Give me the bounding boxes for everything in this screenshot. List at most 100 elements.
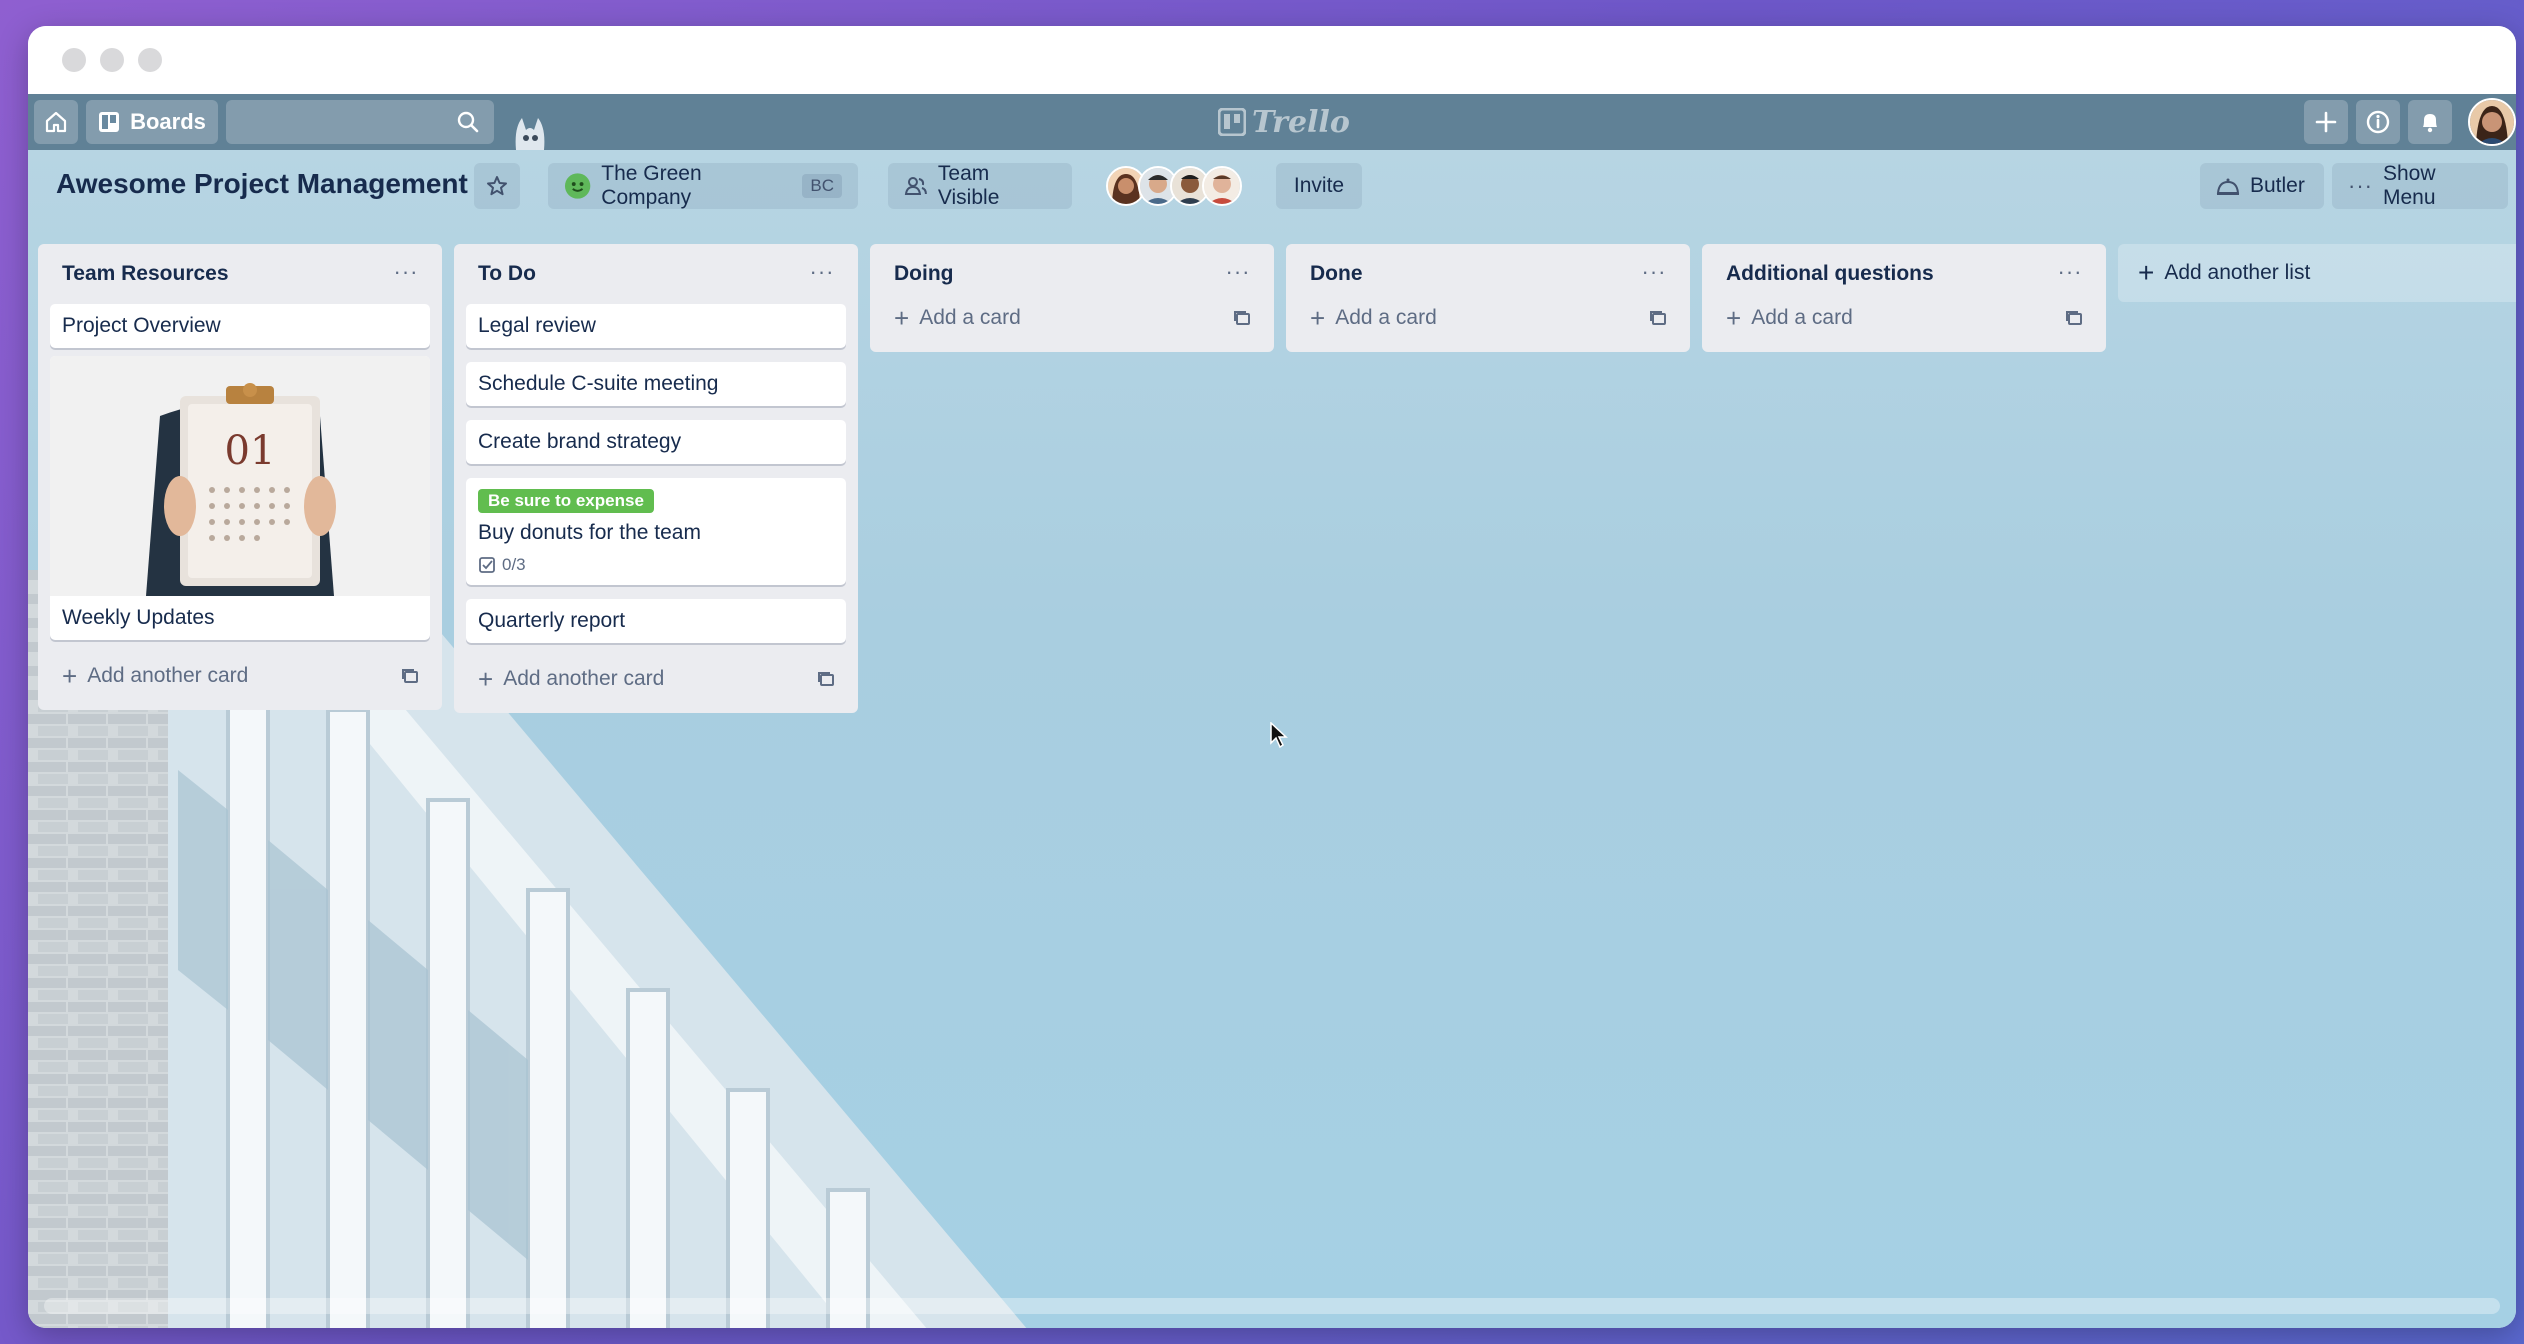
- add-card-button[interactable]: + Add a card: [882, 296, 1262, 340]
- visibility-button[interactable]: Team Visible: [888, 162, 1072, 209]
- card-title: Legal review: [478, 314, 596, 337]
- card-title: Schedule C-suite meeting: [478, 372, 719, 395]
- list-done: Done ··· + Add a card: [1286, 244, 1690, 352]
- list-title[interactable]: Doing: [894, 262, 953, 286]
- list-header[interactable]: Done ···: [1298, 244, 1678, 304]
- boards-icon: [99, 112, 120, 132]
- card[interactable]: Schedule C-suite meeting: [466, 362, 846, 406]
- list-menu-button[interactable]: ···: [1638, 256, 1670, 288]
- card[interactable]: Be sure to expense Buy donuts for the te…: [466, 478, 846, 585]
- checklist-icon: [479, 557, 495, 573]
- card-title: Quarterly report: [478, 609, 626, 632]
- list-additional-questions: Additional questions ··· + Add a card: [1702, 244, 2106, 352]
- trello-logo[interactable]: Trello: [1218, 104, 1350, 140]
- home-button[interactable]: [34, 100, 78, 144]
- plus-icon: +: [62, 661, 78, 691]
- search-input[interactable]: [226, 100, 494, 144]
- boards-label: Boards: [130, 109, 206, 134]
- add-card-button[interactable]: + Add a card: [1714, 296, 2094, 340]
- add-card-button[interactable]: + Add another card: [50, 654, 430, 698]
- add-card-label: Add another card: [503, 667, 665, 690]
- zoom-window-button[interactable]: [138, 48, 162, 72]
- notifications-button[interactable]: [2408, 100, 2452, 144]
- minimize-window-button[interactable]: [100, 48, 124, 72]
- list-title[interactable]: Done: [1310, 262, 1363, 286]
- add-card-button[interactable]: + Add a card: [1298, 296, 1678, 340]
- card-template-icon[interactable]: [1232, 308, 1252, 328]
- card[interactable]: Legal review: [466, 304, 846, 348]
- butler-icon: [2216, 178, 2240, 195]
- list-menu-button[interactable]: ···: [390, 256, 422, 288]
- info-button[interactable]: [2356, 100, 2400, 144]
- card[interactable]: Quarterly report: [466, 599, 846, 643]
- list-title[interactable]: To Do: [478, 262, 536, 286]
- taco-mascot-icon: [515, 118, 545, 150]
- horizontal-scrollbar[interactable]: [44, 1298, 2500, 1314]
- show-menu-button[interactable]: ··· Show Menu: [2332, 162, 2508, 209]
- card-template-icon[interactable]: [2064, 308, 2084, 328]
- close-window-button[interactable]: [62, 48, 86, 72]
- list-header[interactable]: Team Resources ···: [50, 244, 430, 304]
- butler-button[interactable]: Butler: [2200, 163, 2324, 209]
- add-list-button[interactable]: + Add another list: [2118, 244, 2516, 302]
- list-to-do: To Do ··· Legal review Schedule C-suite …: [454, 244, 858, 713]
- create-button[interactable]: [2304, 100, 2348, 144]
- add-card-button[interactable]: + Add another card: [466, 657, 846, 701]
- card-title: Buy donuts for the team: [478, 521, 701, 544]
- list-team-resources: Team Resources ··· Project Overview 01 W…: [38, 244, 442, 710]
- list-title[interactable]: Additional questions: [1726, 262, 1934, 286]
- card-title: Weekly Updates: [62, 606, 215, 629]
- card-template-icon[interactable]: [816, 669, 836, 689]
- team-button[interactable]: The Green Company BC: [548, 162, 858, 209]
- top-navigation-bar: Boards Trello: [28, 94, 2516, 150]
- list-title[interactable]: Team Resources: [62, 262, 229, 286]
- more-icon: ···: [2348, 173, 2373, 198]
- board-title[interactable]: Awesome Project Management: [56, 168, 468, 200]
- card-cover-image: 01: [50, 356, 430, 596]
- app-window: Boards Trello Awesome Project Management…: [28, 26, 2516, 1328]
- list-header[interactable]: Additional questions ···: [1714, 244, 2094, 304]
- list-menu-button[interactable]: ···: [1222, 256, 1254, 288]
- add-card-label: Add a card: [1751, 306, 1853, 329]
- plus-icon: +: [894, 303, 910, 333]
- card-template-icon[interactable]: [1648, 308, 1668, 328]
- add-list-label: Add another list: [2164, 261, 2311, 284]
- card[interactable]: Project Overview: [50, 304, 430, 348]
- plus-icon: +: [478, 664, 494, 694]
- add-card-label: Add a card: [919, 306, 1021, 329]
- card-template-icon[interactable]: [400, 666, 420, 686]
- plus-icon: [2315, 111, 2337, 133]
- mouse-cursor-icon: [1270, 722, 1288, 748]
- card[interactable]: Create brand strategy: [466, 420, 846, 464]
- team-badge: BC: [802, 174, 842, 198]
- member-avatar[interactable]: [1202, 166, 1242, 206]
- invite-button[interactable]: Invite: [1276, 163, 1362, 209]
- search-icon[interactable]: [456, 110, 480, 134]
- add-card-label: Add a card: [1335, 306, 1437, 329]
- add-card-label: Add another card: [87, 664, 249, 687]
- star-board-button[interactable]: [474, 163, 520, 209]
- home-icon: [45, 111, 67, 133]
- card-label[interactable]: Be sure to expense: [478, 489, 654, 513]
- avatar: [2470, 100, 2514, 144]
- logo-text: Trello: [1252, 104, 1350, 140]
- team-logo-icon: [564, 173, 591, 199]
- list-menu-button[interactable]: ···: [806, 256, 838, 288]
- list-header[interactable]: Doing ···: [882, 244, 1262, 304]
- checklist-count: 0/3: [502, 555, 526, 574]
- show-menu-label: Show Menu: [2382, 162, 2436, 209]
- window-titlebar: [28, 26, 2516, 94]
- list-menu-button[interactable]: ···: [2054, 256, 2086, 288]
- team-name: The Green Company: [601, 162, 702, 209]
- list-header[interactable]: To Do ···: [466, 244, 846, 304]
- card[interactable]: 01 Weekly Updates: [50, 356, 430, 640]
- card-title: Project Overview: [62, 314, 221, 337]
- team-visibility-icon: [904, 177, 927, 195]
- list-doing: Doing ··· + Add a card: [870, 244, 1274, 352]
- board-header: Awesome Project Management The Green Com…: [28, 150, 2516, 222]
- info-icon: [2366, 110, 2390, 134]
- account-avatar[interactable]: [2468, 98, 2516, 146]
- boards-button[interactable]: Boards: [86, 100, 218, 144]
- card-title: Create brand strategy: [478, 430, 682, 453]
- star-icon: [487, 176, 507, 196]
